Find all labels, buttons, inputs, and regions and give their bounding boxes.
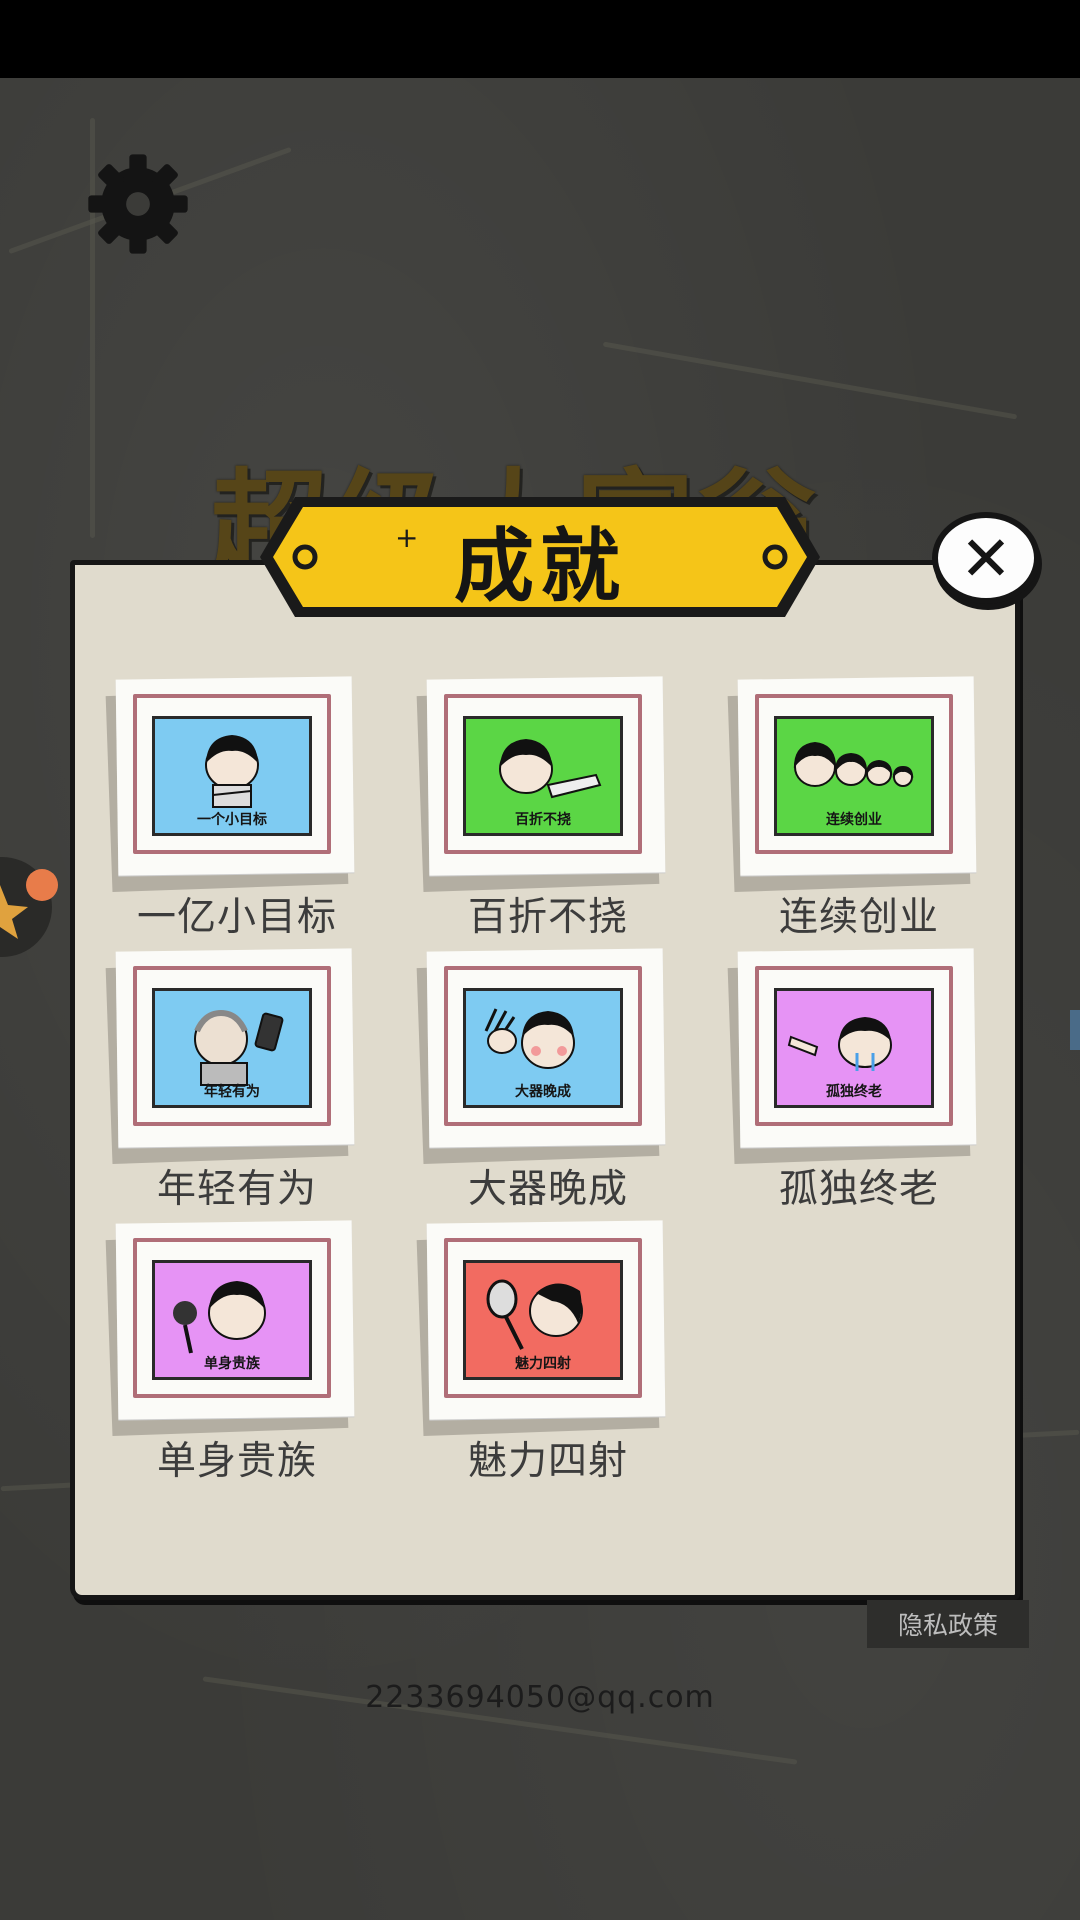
star-badge-icon[interactable] — [0, 855, 65, 960]
boy-with-fan-icon: 单身贵族 — [152, 1260, 312, 1380]
card-art-caption: 魅力四射 — [515, 1356, 571, 1372]
boy-waving-icon: 大器晚成 — [463, 988, 623, 1108]
side-edge-decoration — [1070, 1010, 1080, 1050]
boy-crying-icon: 孤独终老 — [774, 988, 934, 1108]
achievement-card[interactable]: 魅力四射 魅力四射 — [416, 1220, 668, 1492]
gear-icon[interactable] — [84, 150, 192, 258]
close-icon: ✕ — [960, 521, 1012, 595]
privacy-policy-link[interactable]: 隐私政策 — [867, 1600, 1029, 1648]
old-man-phone-icon: 年轻有为 — [152, 988, 312, 1108]
card-art-caption: 单身贵族 — [204, 1356, 260, 1372]
achievement-card[interactable]: 百折不挠 百折不挠 — [416, 676, 668, 948]
achievement-label: 百折不挠 — [467, 895, 628, 940]
close-button[interactable]: ✕ — [932, 512, 1040, 604]
row-of-boys-icon: 连续创业 — [774, 716, 934, 836]
achievement-card[interactable]: 大器晚成 大器晚成 — [416, 948, 668, 1220]
achievement-card[interactable]: 单身贵族 单身贵族 — [105, 1220, 357, 1492]
achievement-card[interactable]: 孤独终老 孤独终老 — [727, 948, 979, 1220]
boy-lying-down-icon: 百折不挠 — [463, 716, 623, 836]
achievement-card[interactable]: 年轻有为 年轻有为 — [105, 948, 357, 1220]
dialog-title: 成就 — [454, 519, 626, 613]
card-art-caption: 年轻有为 — [204, 1084, 260, 1100]
achievement-card[interactable]: 一个小目标 一亿小目标 — [105, 676, 357, 948]
achievement-label: 一亿小目标 — [136, 895, 337, 940]
card-art-caption: 连续创业 — [826, 812, 882, 828]
card-art-caption: 孤独终老 — [826, 1084, 882, 1100]
achievement-label: 单身贵族 — [156, 1439, 317, 1484]
card-art-caption: 百折不挠 — [515, 812, 571, 828]
status-bar — [0, 0, 1080, 78]
card-art-caption: 大器晚成 — [515, 1084, 571, 1100]
achievement-card[interactable]: 连续创业 连续创业 — [727, 676, 979, 948]
boy-folded-arms-icon: 一个小目标 — [152, 716, 312, 836]
achievement-label: 大器晚成 — [467, 1167, 628, 1212]
card-art-caption: 一个小目标 — [197, 812, 267, 828]
achievement-label: 年轻有为 — [156, 1167, 317, 1212]
achievement-label: 魅力四射 — [467, 1439, 628, 1484]
contact-email: 2233694050@qq.com — [365, 1680, 715, 1715]
achievement-label: 孤独终老 — [778, 1167, 939, 1212]
achievement-label: 连续创业 — [778, 895, 939, 940]
boy-with-mirror-icon: 魅力四射 — [463, 1260, 623, 1380]
